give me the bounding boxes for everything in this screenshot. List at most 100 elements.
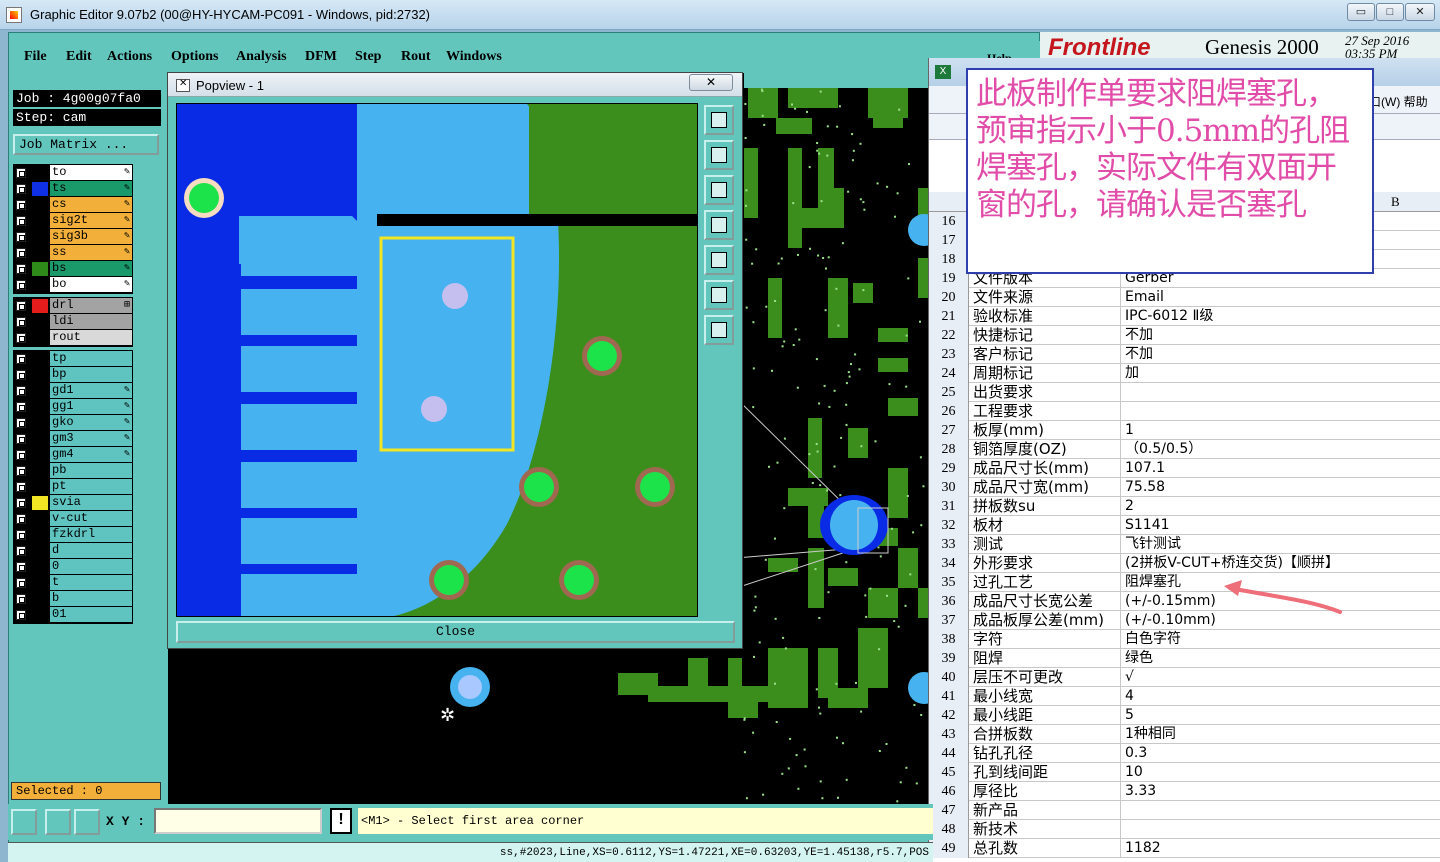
menu-edit[interactable]: Edit: [66, 49, 92, 65]
layer-name[interactable]: sig3b ✎: [50, 229, 132, 244]
layer-row-gg1[interactable]: gg1 ✎: [14, 399, 132, 415]
layer-color-swatch[interactable]: [32, 166, 48, 180]
zoom-in-button[interactable]: [704, 280, 734, 310]
cell-a[interactable]: 外形要求: [971, 554, 1121, 573]
cell-b[interactable]: [1123, 801, 1440, 820]
layer-color-swatch[interactable]: [32, 560, 48, 574]
row-number[interactable]: 35: [929, 573, 969, 592]
layer-name[interactable]: bp: [50, 367, 132, 382]
row-number[interactable]: 47: [929, 801, 969, 820]
cell-b[interactable]: 加: [1123, 364, 1440, 383]
layer-checkbox[interactable]: [16, 216, 26, 226]
layer-checkbox[interactable]: [16, 578, 26, 588]
layer-row-d[interactable]: d: [14, 543, 132, 559]
cell-a[interactable]: 阻焊: [971, 649, 1121, 668]
layer-row-ss[interactable]: ss ✎: [14, 245, 132, 261]
row-number[interactable]: 31: [929, 497, 969, 516]
cell-b[interactable]: 绿色: [1123, 649, 1440, 668]
cell-a[interactable]: 新产品: [971, 801, 1121, 820]
layer-row-b[interactable]: b: [14, 591, 132, 607]
cell-b[interactable]: 5: [1123, 706, 1440, 725]
layer-checkbox[interactable]: [16, 232, 26, 242]
menu-analysis[interactable]: Analysis: [236, 49, 287, 65]
cell-b[interactable]: IPC-6012 Ⅱ级: [1123, 307, 1440, 326]
row-number[interactable]: 44: [929, 744, 969, 763]
row-number[interactable]: 17: [929, 231, 969, 250]
zoom-out-button[interactable]: [704, 315, 734, 345]
layer-row-gko[interactable]: gko ✎: [14, 415, 132, 431]
layer-checkbox[interactable]: [16, 168, 26, 178]
layer-name[interactable]: ldi: [50, 314, 132, 329]
layer-name[interactable]: bo ✎: [50, 277, 132, 292]
menu-dfm[interactable]: DFM: [305, 49, 337, 65]
cell-b[interactable]: Email: [1123, 288, 1440, 307]
row-number[interactable]: 34: [929, 554, 969, 573]
menu-options[interactable]: Options: [171, 49, 218, 65]
layer-row-sig2t[interactable]: sig2t ✎: [14, 213, 132, 229]
layer-name[interactable]: v-cut: [50, 511, 132, 526]
layer-color-swatch[interactable]: [32, 198, 48, 212]
layer-name[interactable]: pt: [50, 479, 132, 494]
layer-name[interactable]: sig2t ✎: [50, 213, 132, 228]
layer-color-swatch[interactable]: [32, 368, 48, 382]
layer-name[interactable]: bs ✎: [50, 261, 132, 276]
layer-checkbox[interactable]: [16, 370, 26, 380]
layer-color-swatch[interactable]: [32, 182, 48, 196]
layer-color-swatch[interactable]: [32, 432, 48, 446]
layer-checkbox[interactable]: [16, 301, 26, 311]
layer-name[interactable]: drl ⊞: [50, 298, 132, 313]
row-number[interactable]: 48: [929, 820, 969, 839]
layer-color-swatch[interactable]: [32, 400, 48, 414]
layer-checkbox[interactable]: [16, 248, 26, 258]
row-number[interactable]: 27: [929, 421, 969, 440]
cell-b[interactable]: [1123, 402, 1440, 421]
row-number[interactable]: 39: [929, 649, 969, 668]
pan-down-button[interactable]: [704, 175, 734, 205]
layer-row-v-cut[interactable]: v-cut: [14, 511, 132, 527]
cell-a[interactable]: 板厚(mm): [971, 421, 1121, 440]
row-number[interactable]: 33: [929, 535, 969, 554]
row-number[interactable]: 40: [929, 668, 969, 687]
layer-name[interactable]: gko ✎: [50, 415, 132, 430]
minimize-button[interactable]: ▭: [1347, 3, 1375, 21]
cell-b[interactable]: 1182: [1123, 839, 1440, 858]
cell-b[interactable]: [1123, 383, 1440, 402]
layer-color-swatch[interactable]: [32, 576, 48, 590]
cell-b[interactable]: 不加: [1123, 326, 1440, 345]
row-number[interactable]: 21: [929, 307, 969, 326]
layer-row-01[interactable]: 01: [14, 607, 132, 623]
layer-checkbox[interactable]: [16, 200, 26, 210]
cell-b[interactable]: 飞针测试: [1123, 535, 1440, 554]
cell-a[interactable]: 工程要求: [971, 402, 1121, 421]
layer-row-bs[interactable]: bs ✎: [14, 261, 132, 277]
row-number[interactable]: 45: [929, 763, 969, 782]
cell-a[interactable]: 钻孔孔径: [971, 744, 1121, 763]
layer-name[interactable]: t: [50, 575, 132, 590]
cell-a[interactable]: 出货要求: [971, 383, 1121, 402]
layer-color-swatch[interactable]: [32, 214, 48, 228]
pan-right-button[interactable]: [704, 245, 734, 275]
cell-a[interactable]: 拼板数su: [971, 497, 1121, 516]
popview-canvas[interactable]: [176, 103, 698, 617]
cell-a[interactable]: 厚径比: [971, 782, 1121, 801]
layer-row-cs[interactable]: cs ✎: [14, 197, 132, 213]
layer-name[interactable]: gm4 ✎: [50, 447, 132, 462]
row-number[interactable]: 43: [929, 725, 969, 744]
layer-row-ts[interactable]: ts ✎: [14, 181, 132, 197]
cell-a[interactable]: 成品尺寸长宽公差: [971, 592, 1121, 611]
cell-a[interactable]: 最小线宽: [971, 687, 1121, 706]
layer-checkbox[interactable]: [16, 434, 26, 444]
cell-a[interactable]: 板材: [971, 516, 1121, 535]
cell-a[interactable]: 成品尺寸宽(mm): [971, 478, 1121, 497]
pan-up-button[interactable]: [704, 140, 734, 170]
layer-name[interactable]: to ✎: [50, 165, 132, 180]
layer-checkbox[interactable]: [16, 402, 26, 412]
cell-b[interactable]: 10: [1123, 763, 1440, 782]
layer-color-swatch[interactable]: [32, 544, 48, 558]
cell-a[interactable]: 合拼板数: [971, 725, 1121, 744]
layer-row-rout[interactable]: rout: [14, 330, 132, 346]
cell-a[interactable]: 文件来源: [971, 288, 1121, 307]
layer-row-fzkdrl[interactable]: fzkdrl: [14, 527, 132, 543]
layer-row-pb[interactable]: pb: [14, 463, 132, 479]
layer-color-swatch[interactable]: [32, 384, 48, 398]
